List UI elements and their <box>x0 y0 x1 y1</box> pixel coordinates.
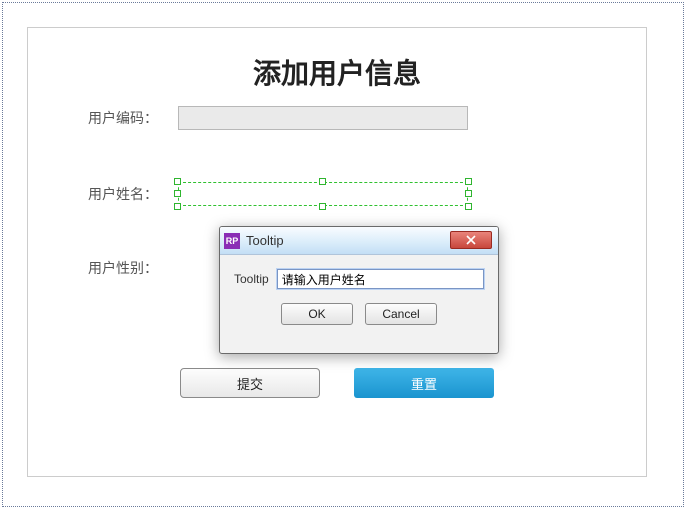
resize-handle-top-left[interactable] <box>174 178 181 185</box>
resize-handle-bottom-mid[interactable] <box>319 203 326 210</box>
resize-handle-bottom-right[interactable] <box>465 203 472 210</box>
label-user-gender: 用户性别： <box>88 258 178 278</box>
close-icon <box>465 235 477 245</box>
label-user-name: 用户姓名： <box>88 184 178 204</box>
row-user-code: 用户编码： <box>28 106 646 130</box>
ok-button[interactable]: OK <box>281 303 353 325</box>
resize-handle-top-mid[interactable] <box>319 178 326 185</box>
design-canvas: 添加用户信息 用户编码： 用户姓名： 用户性别： 提交 重 <box>2 2 684 507</box>
cancel-button[interactable]: Cancel <box>365 303 437 325</box>
resize-handle-top-right[interactable] <box>465 178 472 185</box>
tooltip-input[interactable] <box>277 269 484 289</box>
dialog-body: Tooltip <box>220 255 498 289</box>
reset-button[interactable]: 重置 <box>354 368 494 398</box>
row-user-name: 用户姓名： <box>28 182 646 206</box>
submit-button[interactable]: 提交 <box>180 368 320 398</box>
resize-handle-bottom-left[interactable] <box>174 203 181 210</box>
label-user-code: 用户编码： <box>88 108 178 128</box>
dialog-field-label: Tooltip <box>234 272 269 286</box>
dialog-button-row: OK Cancel <box>220 303 498 325</box>
tooltip-dialog: RP Tooltip Tooltip OK Cancel <box>219 226 499 354</box>
dialog-titlebar[interactable]: RP Tooltip <box>220 227 498 255</box>
input-user-name-selected[interactable] <box>178 182 468 206</box>
close-button[interactable] <box>450 231 492 249</box>
input-user-code[interactable] <box>178 106 468 130</box>
dialog-title-text: Tooltip <box>246 233 284 248</box>
resize-handle-mid-right[interactable] <box>465 190 472 197</box>
page-title: 添加用户信息 <box>28 52 646 92</box>
resize-handle-mid-left[interactable] <box>174 190 181 197</box>
app-icon: RP <box>224 233 240 249</box>
form-button-row: 提交 重置 <box>28 368 646 398</box>
